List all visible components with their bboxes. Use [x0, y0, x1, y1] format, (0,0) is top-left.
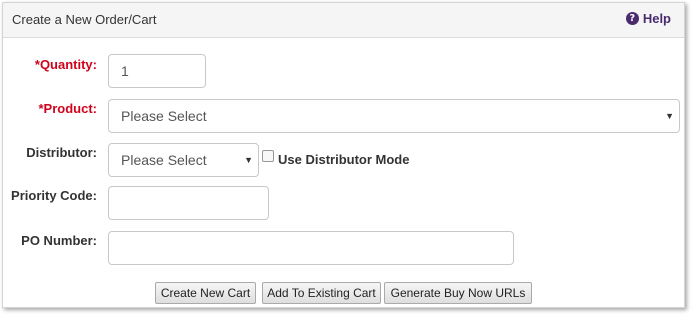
priority-code-label: Priority Code:	[11, 188, 97, 203]
distributor-label: Distributor:	[26, 145, 97, 160]
product-selected-value: Please Select	[121, 108, 207, 124]
po-number-input[interactable]	[108, 231, 514, 265]
priority-code-input[interactable]	[108, 186, 269, 220]
help-label: Help	[642, 11, 671, 26]
distributor-selected-value: Please Select	[121, 152, 207, 168]
panel-header: Create a New Order/Cart ? Help	[3, 3, 684, 38]
quantity-label: *Quantity:	[34, 57, 97, 72]
generate-buy-now-urls-button[interactable]: Generate Buy Now URLs	[384, 282, 532, 304]
product-label: *Product:	[38, 101, 97, 116]
help-link[interactable]: ? Help	[625, 11, 671, 26]
distributor-select[interactable]: Please Select ▼	[108, 143, 259, 177]
chevron-down-icon: ▼	[665, 111, 674, 121]
quantity-input[interactable]: 1	[108, 54, 206, 88]
distributor-mode-checkbox[interactable]	[262, 150, 274, 162]
add-to-existing-cart-button[interactable]: Add To Existing Cart	[262, 282, 381, 304]
chevron-down-icon: ▼	[244, 155, 253, 165]
create-new-cart-button[interactable]: Create New Cart	[155, 282, 256, 304]
product-select[interactable]: Please Select ▼	[108, 99, 680, 133]
panel-title: Create a New Order/Cart	[12, 12, 157, 27]
distributor-mode-label[interactable]: Use Distributor Mode	[278, 152, 409, 167]
po-number-label: PO Number:	[21, 233, 97, 248]
help-icon: ?	[625, 12, 639, 25]
